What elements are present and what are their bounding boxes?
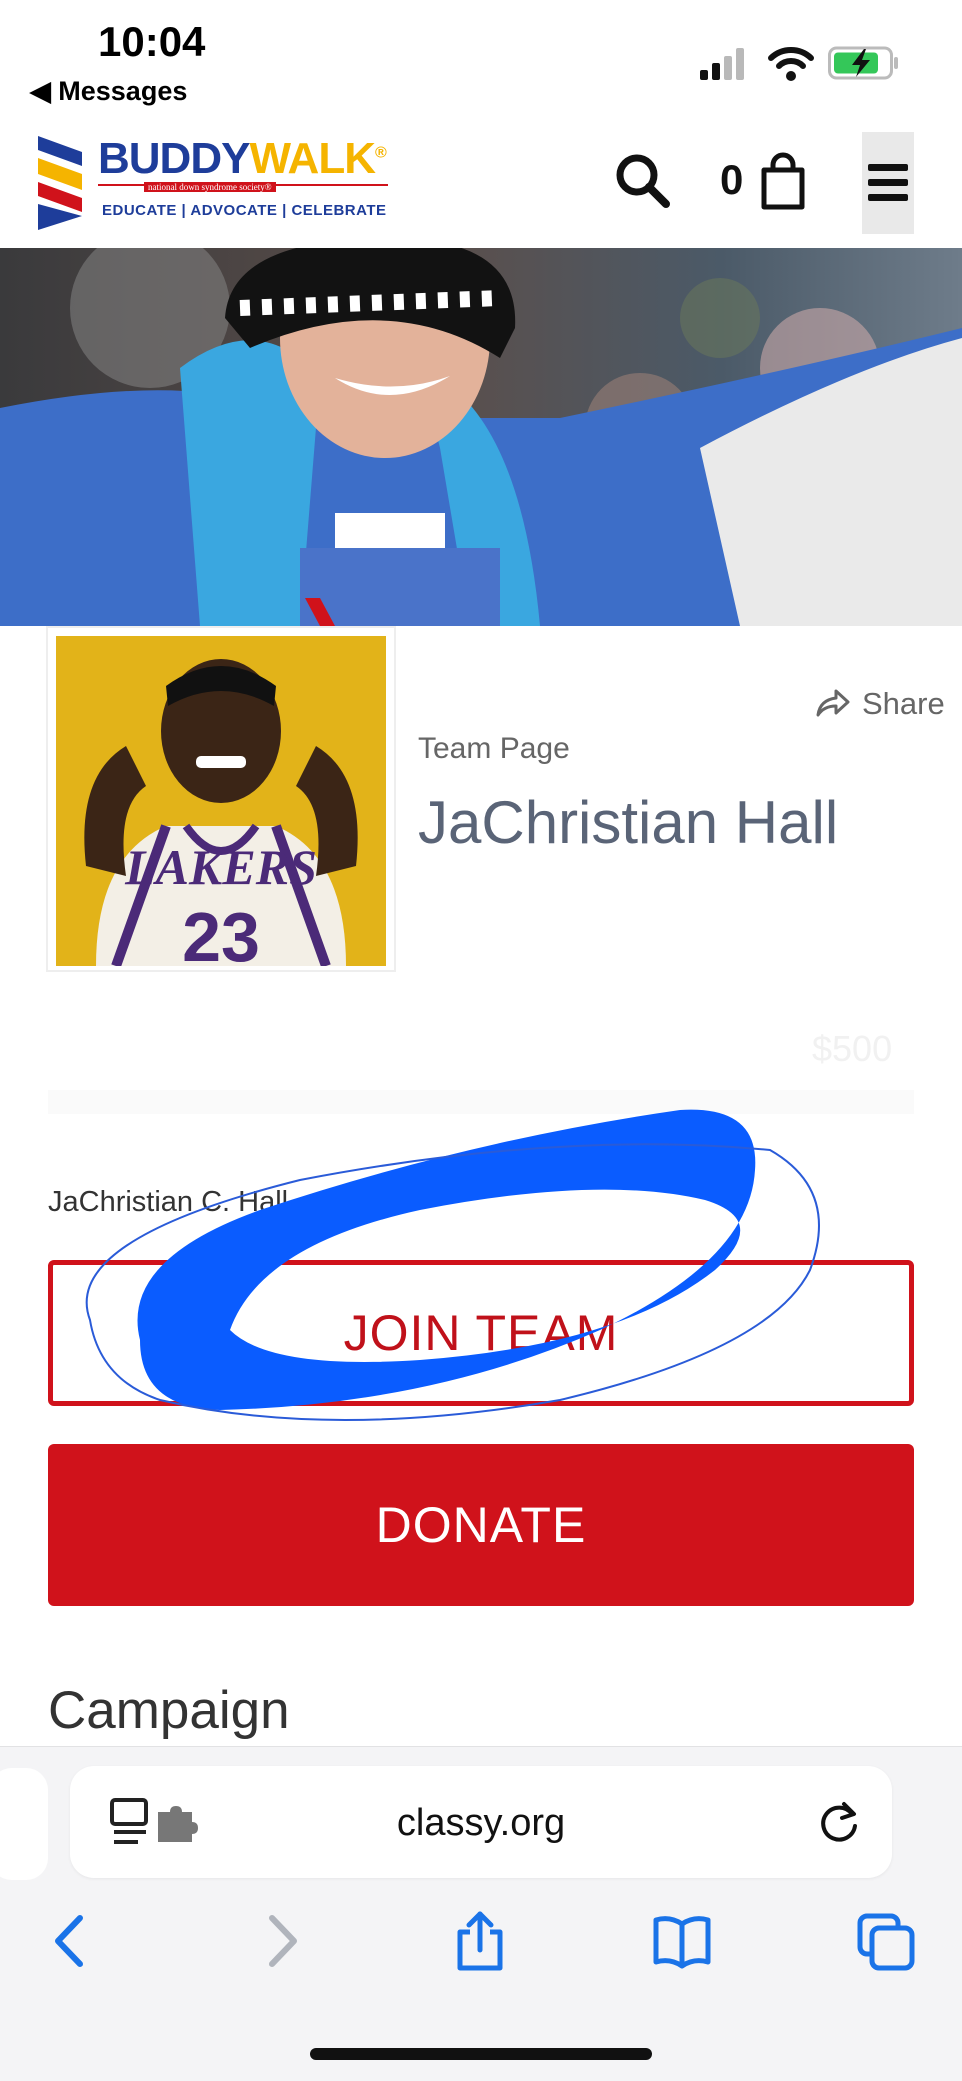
team-name-title: JaChristian Hall — [418, 789, 839, 856]
donate-button[interactable]: DONATE — [48, 1444, 914, 1606]
buddy-walk-logo[interactable]: BUDDYWALK® national down syndrome societ… — [34, 132, 414, 232]
hamburger-menu-icon[interactable] — [862, 132, 914, 234]
team-avatar-photo: LAKERS 23 — [56, 636, 386, 966]
search-icon[interactable] — [612, 150, 672, 210]
logo-name-part1: BUDDY — [98, 134, 250, 183]
tabs-icon[interactable] — [856, 1910, 916, 1972]
reload-icon[interactable] — [816, 1800, 862, 1846]
reader-extensions-icon[interactable] — [110, 1798, 206, 1848]
url-text[interactable]: classy.org — [300, 1802, 662, 1845]
fundraising-goal: $500 — [812, 1028, 893, 1069]
share-icon[interactable] — [450, 1910, 510, 1972]
home-indicator[interactable] — [310, 2048, 652, 2060]
team-page-label: Team Page — [418, 732, 570, 765]
cart-count: 0 — [720, 156, 744, 203]
back-to-messages-link[interactable]: ◀ Messages — [30, 76, 187, 107]
buddy-walk-emblem-icon — [38, 136, 82, 230]
status-time: 10:04 — [98, 18, 206, 65]
share-button[interactable]: Share — [862, 686, 945, 722]
share-arrow-icon[interactable] — [816, 688, 850, 718]
logo-name-part2: WALK — [249, 134, 376, 183]
join-team-button[interactable]: JOIN TEAM — [48, 1260, 914, 1406]
logo-subtitle: national down syndrome society® — [144, 182, 276, 192]
shopping-bag-icon[interactable] — [760, 152, 806, 210]
logo-registered-mark: ® — [374, 144, 387, 162]
battery-icon — [828, 46, 898, 80]
team-member-name[interactable]: JaChristian C. Hall — [48, 1186, 288, 1219]
jersey-text: LAKERS — [124, 839, 317, 895]
wifi-icon — [768, 47, 814, 81]
logo-tagline: EDUCATE | ADVOCATE | CELEBRATE — [102, 202, 387, 219]
forward-arrow-icon[interactable] — [250, 1910, 310, 1972]
bookmarks-icon[interactable] — [652, 1910, 712, 1972]
fundraising-progress-bar — [48, 1090, 914, 1114]
previous-tab-preview[interactable] — [0, 1768, 48, 1880]
hero-banner-image — [0, 248, 962, 626]
campaign-heading: Campaign — [48, 1681, 290, 1740]
team-avatar: LAKERS 23 — [46, 626, 396, 972]
cellular-signal-icon — [700, 48, 744, 80]
back-arrow-icon[interactable] — [42, 1910, 102, 1972]
jersey-number: 23 — [182, 898, 260, 966]
